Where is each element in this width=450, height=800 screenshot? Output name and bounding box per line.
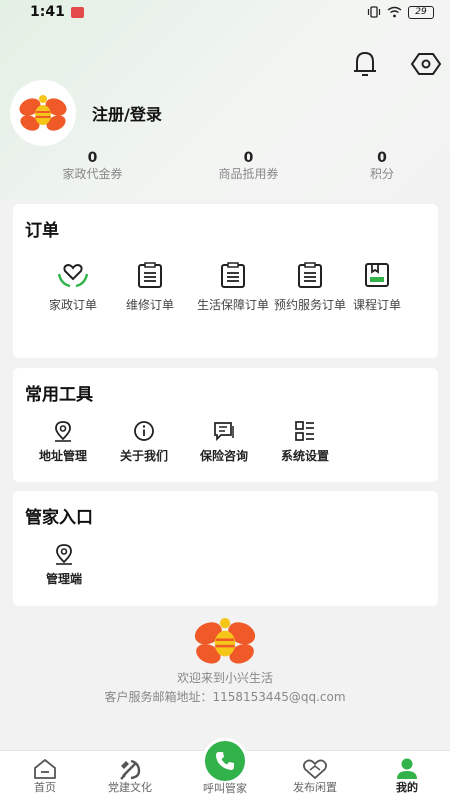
stat-voucher[interactable]: 0 家政代金券 (40, 150, 145, 182)
clipboard-icon (138, 262, 162, 288)
order-label: 家政订单 (48, 298, 97, 312)
info-icon (134, 421, 154, 441)
stat-label: 积分 (369, 167, 394, 181)
tab-label: 党建文化 (108, 781, 152, 794)
clipboard-icon (298, 262, 322, 288)
butler-card: 管家入口 管理端 (13, 491, 438, 606)
tool-item-about[interactable]: 关于我们 (109, 420, 179, 464)
tool-label: 关于我们 (119, 449, 168, 463)
location-pin-icon (56, 544, 72, 565)
stat-value: 0 (377, 150, 387, 166)
wifi-icon (387, 6, 402, 18)
order-item-life-security[interactable]: 生活保障订单 (191, 262, 275, 316)
footer-logo (193, 615, 257, 671)
call-butler-label: 呼叫管家 (203, 782, 247, 795)
tool-label: 保险咨询 (199, 449, 248, 463)
order-item-appointment[interactable]: 预约服务订单 (268, 262, 352, 316)
bell-icon[interactable] (350, 48, 380, 80)
phone-icon (216, 752, 234, 770)
login-register-link[interactable]: 注册/登录 (92, 101, 162, 125)
app-logo (19, 95, 67, 131)
tool-item-address[interactable]: 地址管理 (28, 420, 98, 464)
stat-value: 0 (243, 150, 254, 166)
notification-icon (70, 6, 84, 18)
orders-title: 订单 (25, 221, 59, 241)
person-icon (397, 758, 417, 779)
tab-party-culture[interactable]: 党建文化 (85, 751, 175, 795)
call-butler-button[interactable] (202, 738, 248, 784)
tool-label: 系统设置 (280, 449, 329, 463)
location-pin-icon (55, 421, 71, 442)
settings-grid-icon (295, 421, 314, 441)
chat-document-icon (214, 422, 234, 442)
clipboard-icon (221, 262, 245, 288)
welcome-text: 欢迎来到小兴生活 (176, 671, 273, 685)
handshake-heart-icon (302, 759, 328, 780)
order-label: 课程订单 (352, 298, 401, 312)
order-item-housekeeping[interactable]: 家政订单 (43, 262, 103, 316)
profile-section: 注册/登录 (10, 80, 162, 146)
course-book-icon (365, 263, 389, 287)
status-indicators: 29 (367, 5, 434, 19)
butler-title: 管家入口 (25, 508, 93, 528)
tool-label: 管理端 (45, 572, 82, 586)
home-icon (34, 759, 56, 779)
stat-label: 商品抵用券 (218, 167, 279, 181)
hexagon-settings-icon[interactable] (410, 48, 442, 80)
tab-label: 我的 (396, 781, 418, 794)
header-actions (350, 48, 442, 80)
tab-home[interactable]: 首页 (0, 751, 90, 795)
orders-card: 订单 家政订单 维修订单 生活保障订单 预约服务订单 课程订单 (13, 204, 438, 358)
tools-card: 常用工具 地址管理 关于我们 保险咨询 系统设置 (13, 368, 438, 482)
tool-item-settings[interactable]: 系统设置 (270, 420, 340, 464)
tool-label: 地址管理 (38, 449, 87, 463)
tab-label: 发布闲置 (293, 781, 337, 794)
support-email: 客户服务邮箱地址：1158153445@qq.com (104, 690, 346, 704)
order-label: 预约服务订单 (273, 298, 346, 312)
tab-post-idle[interactable]: 发布闲置 (270, 751, 360, 795)
stat-coupon[interactable]: 0 商品抵用券 (196, 150, 301, 182)
tool-item-insurance[interactable]: 保险咨询 (189, 420, 259, 464)
tools-title: 常用工具 (25, 385, 93, 405)
tab-mine[interactable]: 我的 (362, 751, 450, 795)
order-label: 维修订单 (125, 298, 174, 312)
butler-item-admin[interactable]: 管理端 (29, 543, 99, 587)
stat-points[interactable]: 0 积分 (352, 150, 412, 182)
stat-value: 0 (87, 150, 98, 166)
party-emblem-icon (120, 759, 141, 780)
order-item-course[interactable]: 课程订单 (347, 262, 407, 316)
status-bar: 1:41 29 (0, 0, 450, 24)
tab-label: 首页 (34, 781, 56, 794)
vibrate-icon (367, 6, 381, 18)
housekeeping-heart-icon (57, 263, 89, 288)
status-time: 1:41 (30, 4, 65, 20)
avatar[interactable] (10, 80, 76, 146)
battery-icon: 29 (408, 5, 434, 19)
order-label: 生活保障订单 (196, 298, 269, 312)
stat-label: 家政代金券 (62, 167, 123, 181)
order-item-repair[interactable]: 维修订单 (120, 262, 180, 316)
